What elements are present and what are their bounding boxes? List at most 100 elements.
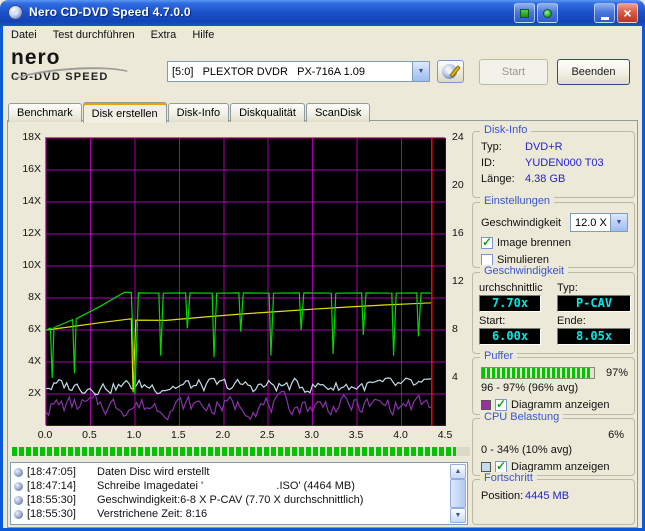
minimize-icon <box>600 16 609 20</box>
log-line: [18:55:30] Geschwindigkeit:6-8 X P-CAV (7… <box>13 493 449 507</box>
axis-tick-label: 0.0 <box>37 429 53 441</box>
left-axis-labels: 18X 16X 14X 12X 10X 8X 6X 4X 2X <box>12 131 43 425</box>
disk-info-panel: Disk-Info Typ: DVD+R ID: YUDEN000 T03 Läng… <box>472 124 635 198</box>
axis-tick-label: 4X <box>28 355 41 367</box>
burn-speed-chart <box>46 138 446 426</box>
axis-tick-label: 4.5 <box>437 429 453 441</box>
menu-test-durchf-hren[interactable]: Test durchführen <box>45 28 143 42</box>
tab-benchmark[interactable]: Benchmark <box>8 103 82 122</box>
buffer-percent: 97% <box>605 367 628 379</box>
write-disc-button[interactable] <box>437 60 464 83</box>
disc-icon <box>14 495 23 505</box>
axis-tick-label: 16 <box>452 227 464 239</box>
app-icon <box>8 5 23 20</box>
fortschritt-panel: Fortschritt Position: 4445 MB <box>472 472 635 525</box>
titlebar-chart-button[interactable] <box>514 3 535 23</box>
check-icon: ✓ <box>496 459 507 473</box>
tab-bar: Benchmark Disk erstellen Disk-Info Diskqual… <box>8 99 371 123</box>
laenge-value: 4.38 GB <box>525 173 566 185</box>
menu-extra[interactable]: Extra <box>143 28 185 42</box>
menu-datei[interactable]: Datei <box>3 28 45 42</box>
log-time: [18:55:30] <box>27 494 76 506</box>
checkbox[interactable]: ✓ <box>495 397 507 411</box>
ende-label: Ende: <box>557 315 586 327</box>
speed-label: Geschwindigkeit <box>481 216 562 229</box>
buffer-level-strip <box>12 447 470 456</box>
scrollbar-thumb[interactable] <box>450 479 466 508</box>
x-axis-labels: 0.0 0.5 1.0 1.5 2.0 2.5 3.0 3.5 4.0 4.5 <box>38 429 453 442</box>
nero-logo: nero CD-DVD SPEED <box>6 46 161 97</box>
log-time: [18:47:05] <box>27 466 76 478</box>
fortschritt-title: Fortschritt <box>480 472 537 484</box>
start-button[interactable]: Start <box>479 59 548 85</box>
check-icon: ✓ <box>496 397 507 411</box>
burn-speed-select[interactable]: 12.0 X ▼ <box>570 213 628 232</box>
start-label: Start: <box>479 315 506 327</box>
scroll-up-button[interactable]: ▲ <box>450 464 466 479</box>
disc-icon <box>14 467 23 477</box>
log-time: [18:47:14] <box>27 480 76 492</box>
log-lines: [18:47:05] Daten Disc wird erstellt [18:47… <box>13 465 449 522</box>
axis-tick-label: 6X <box>28 323 41 335</box>
image-brennen-checkbox[interactable]: ✓ Image brennen <box>481 235 628 249</box>
tab-scandisk[interactable]: ScanDisk <box>305 103 371 122</box>
right-axis-labels: 24 20 16 12 8 4 <box>450 131 474 425</box>
drive-selector[interactable]: [5:0] PLEXTOR DVDR PX-716A 1.09 ▼ <box>167 61 430 82</box>
close-button[interactable]: × <box>617 3 638 23</box>
log-line: [18:47:14] Schreibe Imagedatei ' .ISO' (4… <box>13 479 449 493</box>
tab-diskqualit-t[interactable]: Diskqualität <box>230 103 305 122</box>
chevron-down-icon[interactable]: ▼ <box>610 214 627 231</box>
log-box: [18:47:05] Daten Disc wird erstellt [18:47… <box>10 462 468 525</box>
minimize-button[interactable] <box>594 3 615 23</box>
chevron-down-icon[interactable]: ▼ <box>412 62 429 81</box>
check-icon: ✓ <box>482 235 493 249</box>
axis-tick-label: 20 <box>452 179 464 191</box>
axis-tick-label: 8X <box>28 291 41 303</box>
window-border-left <box>0 26 3 531</box>
tab-disk-info[interactable]: Disk-Info <box>167 103 230 122</box>
titlebar-disc-button[interactable] <box>537 3 558 23</box>
cpu-range: 0 - 34% (10% avg) <box>481 444 573 456</box>
log-text: Geschwindigkeit:6-8 X P-CAV (7.70 X durc… <box>97 494 364 506</box>
cpu-panel: CPU Belastung 6% 0 - 34% (10% avg) ✓ Dia… <box>472 411 635 476</box>
menu-hilfe[interactable]: Hilfe <box>184 28 222 42</box>
drive-selector-value: [5:0] PLEXTOR DVDR PX-716A 1.09 <box>172 65 365 78</box>
quit-button[interactable]: Beenden <box>557 59 630 85</box>
axis-tick-label: 4 <box>452 371 458 383</box>
average-speed-display: 7.70x <box>479 295 541 312</box>
buffer-progress-fill <box>482 368 591 378</box>
axis-tick-label: 12 <box>452 275 464 287</box>
chart-plot-area <box>45 137 446 426</box>
chart-icon <box>520 8 529 18</box>
scroll-down-button[interactable]: ▼ <box>450 508 466 523</box>
disc-icon <box>14 509 23 519</box>
laenge-label: Länge: <box>481 173 515 185</box>
axis-tick-label: 2X <box>28 387 41 399</box>
puffer-panel: Puffer 97% 96 - 97% (96% avg) ✓ Diagramm… <box>472 350 635 415</box>
position-label: Position: <box>481 490 524 502</box>
cpu-title: CPU Belastung <box>480 411 564 423</box>
disk-erstellen-panel: 18X 16X 14X 12X 10X 8X 6X 4X 2X 24 20 16 12 8 4 0.0 0.… <box>7 120 638 528</box>
typ-label: Typ: <box>481 141 502 153</box>
axis-tick-label: 10X <box>22 259 41 271</box>
window-title: Nero CD-DVD Speed 4.7.0.0 <box>29 5 191 19</box>
write-type-display: P-CAV <box>557 295 631 312</box>
geschwindigkeit-title: Geschwindigkeit <box>480 265 569 277</box>
log-scrollbar[interactable]: ▲ ▼ <box>450 464 466 523</box>
image-brennen-label: Image brennen <box>497 237 571 249</box>
cpu-color-swatch <box>481 462 491 472</box>
axis-tick-label: 12X <box>22 227 41 239</box>
disc-icon <box>543 8 552 18</box>
titlebar: Nero CD-DVD Speed 4.7.0.0 × <box>0 0 645 26</box>
axis-tick-label: 0.5 <box>82 429 97 441</box>
log-text: Verstrichene Zeit: 8:16 <box>97 508 208 520</box>
axis-tick-label: 8 <box>452 323 458 335</box>
checkbox[interactable]: ✓ <box>481 235 493 249</box>
durchschnitt-label: urchschnittlic <box>479 282 543 294</box>
app-window: Nero CD-DVD Speed 4.7.0.0 × Datei Test du… <box>0 0 645 531</box>
log-time: [18:55:30] <box>27 508 76 520</box>
axis-tick-label: 3.5 <box>348 429 364 441</box>
axis-tick-label: 24 <box>452 131 464 143</box>
tab-disk-erstellen[interactable]: Disk erstellen <box>82 102 167 123</box>
buffer-diagram-checkbox[interactable]: ✓ Diagramm anzeigen <box>481 397 628 411</box>
